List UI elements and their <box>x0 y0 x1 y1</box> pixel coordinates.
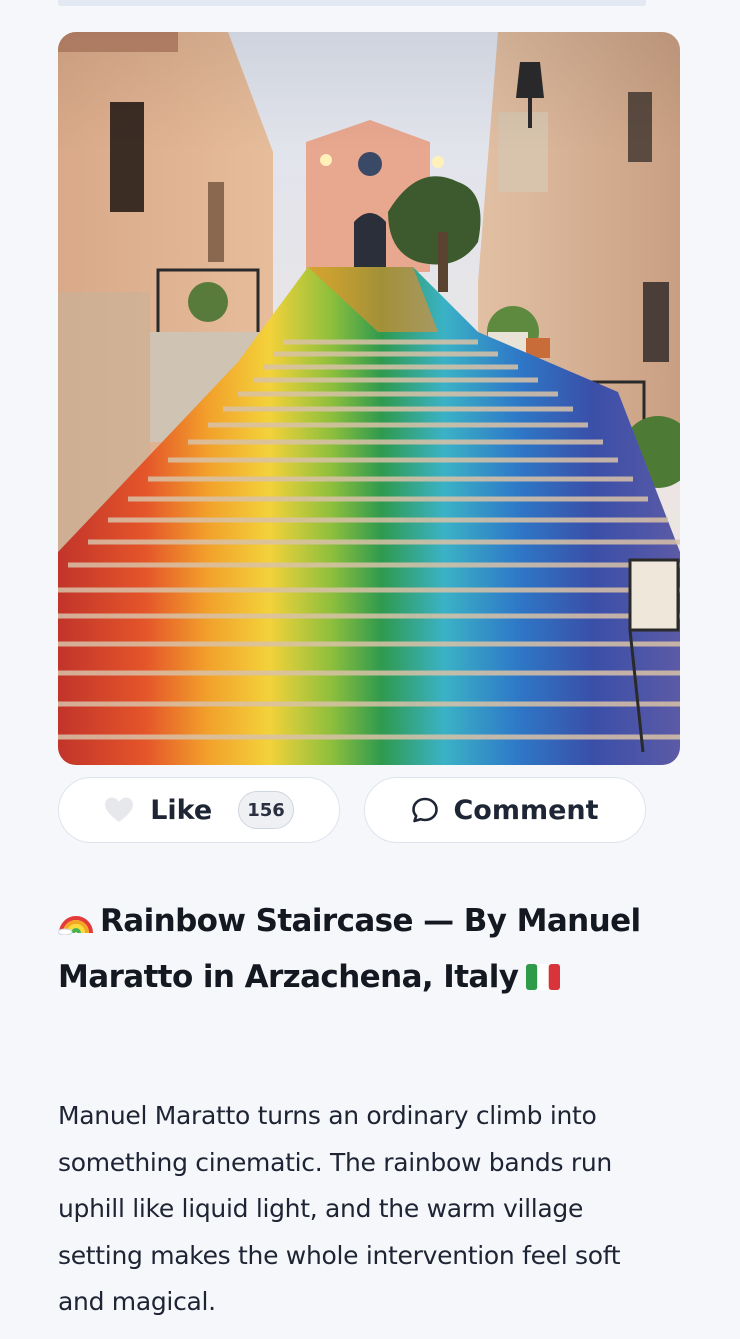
top-divider <box>58 0 646 6</box>
italian-flag-icon <box>526 964 561 990</box>
comment-button[interactable]: Comment <box>364 777 646 843</box>
heart-icon <box>105 797 134 822</box>
post-image[interactable] <box>58 32 680 765</box>
like-count-badge: 156 <box>238 791 294 829</box>
comment-label: Comment <box>453 794 599 826</box>
staircase-illustration <box>58 32 680 765</box>
comment-bubble-icon <box>412 797 439 823</box>
post-title: Rainbow Staircase — By Manuel Maratto in… <box>58 893 658 1005</box>
like-button[interactable]: Like 156 <box>58 777 340 843</box>
rainbow-icon <box>58 916 93 935</box>
post-description: Manuel Maratto turns an ordinary climb i… <box>58 1101 621 1316</box>
like-label: Like <box>150 794 213 826</box>
post-actions: Like 156 Comment <box>58 777 646 843</box>
